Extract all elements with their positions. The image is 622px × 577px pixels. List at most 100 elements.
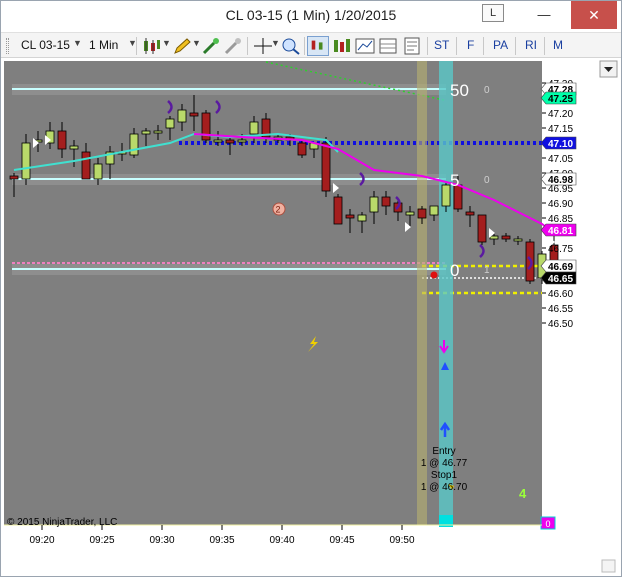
toolbar-separator [247,37,248,55]
level-sub-label: 1 [484,265,490,276]
layout-button[interactable]: L [482,4,504,22]
price-tick-label: 46.75 [548,244,573,255]
crosshair-dropdown-icon[interactable]: ▼ [271,38,280,48]
chart-window: CL 03-15 (1 Min) 1/20/2015 L — ✕ CL 03-1… [0,0,622,577]
price-tick-label: 46.85 [548,214,573,225]
magic-wand-icon[interactable] [200,36,222,56]
toolbar-separator [483,37,484,55]
interval-selector[interactable]: 1 Min [89,38,118,52]
time-tick-label: 09:45 [329,535,354,546]
price-tick-label: 47.20 [548,109,573,120]
time-tick-label: 09:50 [389,535,414,546]
candle-body [357,214,367,222]
candle-body [165,118,175,129]
price-tag-label: 47.10 [548,139,573,150]
candle-body [225,139,235,144]
price-tag-label: 46.69 [548,262,573,273]
candle-body [153,130,163,134]
time-tick-label: 09:35 [209,535,234,546]
level-label: 5 [450,171,459,190]
candle-body [417,208,427,219]
price-chart[interactable]: 2 50 05 00 1Entry1 @ 46.77Stop11 @ 46.70 47… [4,58,620,576]
zoom-icon[interactable] [280,36,302,56]
time-tick-label: 09:40 [269,535,294,546]
minimize-button[interactable]: — [529,1,559,29]
bottom-tag-label: 0 [545,519,550,529]
toolbar-separator [304,37,305,55]
close-button[interactable]: ✕ [571,1,617,29]
price-tick-label: 47.15 [548,124,573,135]
trade-annotation: Entry [432,446,455,457]
candle-body [129,133,139,156]
candle-body [465,211,475,216]
candle-body [237,139,247,143]
level-label: 0 [450,261,459,280]
f-button[interactable]: F [467,38,474,52]
level-label: 50 [450,81,469,100]
title-bar[interactable]: CL 03-15 (1 Min) 1/20/2015 L — ✕ [1,1,621,31]
bar-style-icon[interactable] [331,36,353,56]
candle-body [189,112,199,117]
bar-type-dropdown-icon[interactable]: ▼ [162,38,171,48]
candle-body [441,184,451,207]
candle-body [93,163,103,180]
price-tick-label: 47.05 [548,154,573,165]
window-title: CL 03-15 (1 Min) 1/20/2015 [225,7,397,23]
ri-button[interactable]: RI [525,38,537,52]
candle-body [489,235,499,240]
price-tag-label: 46.98 [548,175,573,186]
m-button[interactable]: M [553,38,563,52]
price-tick-label: 46.90 [548,199,573,210]
trade-annotation: 1 @ 46.77 [421,458,468,469]
remove-drawing-icon[interactable] [222,36,244,56]
time-tick-label: 09:30 [149,535,174,546]
instrument-selector[interactable]: CL 03-15 [21,38,70,52]
candle-body [69,145,79,150]
toolbar-separator [515,37,516,55]
candle-body [513,238,523,242]
candle-body [57,130,67,150]
candle-body [345,214,355,219]
candle-body [249,121,259,135]
properties-icon[interactable] [401,36,423,56]
trade-annotation: 1 @ 46.70 [421,482,468,493]
pa-button[interactable]: PA [493,38,508,52]
price-tick-label: 46.60 [548,289,573,300]
st-button[interactable]: ST [434,38,449,52]
toolbar-separator [544,37,545,55]
toolbar-separator [456,37,457,55]
price-tag-label: 47.25 [548,94,573,105]
time-tick-label: 09:25 [89,535,114,546]
price-tick-label: 46.55 [548,304,573,315]
price-tag-label: 46.65 [548,274,573,285]
candle-body [477,214,487,243]
candle-body [381,196,391,207]
candle-body [333,196,343,225]
level-sub-label: 0 [484,175,490,186]
level-sub-label: 0 [484,85,490,96]
candle-body [9,175,19,180]
toolbar-grip[interactable] [6,38,9,54]
chart-properties-icon[interactable] [354,36,376,56]
candle-body [213,139,223,143]
candle-body [21,142,31,180]
scroll-button[interactable] [601,559,616,573]
candle-body [141,130,151,135]
strategy-icon[interactable] [307,36,329,56]
candlestick-icon[interactable] [141,36,163,56]
candle-body [405,211,415,216]
entry-zone [417,61,427,525]
copyright-text: © 2015 NinjaTrader, LLC [7,517,117,528]
candle-body [177,109,187,123]
toolbar-separator [136,37,137,55]
data-box-icon[interactable] [377,36,399,56]
candle-body [501,235,511,240]
price-tick-label: 46.50 [548,319,573,330]
candle-body [429,205,439,216]
plot-area[interactable] [4,61,542,525]
stop-dot-icon [430,271,438,279]
instrument-dropdown-icon[interactable]: ▼ [73,38,82,48]
candle-body [321,142,331,192]
time-tick-label: 09:20 [29,535,54,546]
pencil-icon[interactable] [172,36,194,56]
